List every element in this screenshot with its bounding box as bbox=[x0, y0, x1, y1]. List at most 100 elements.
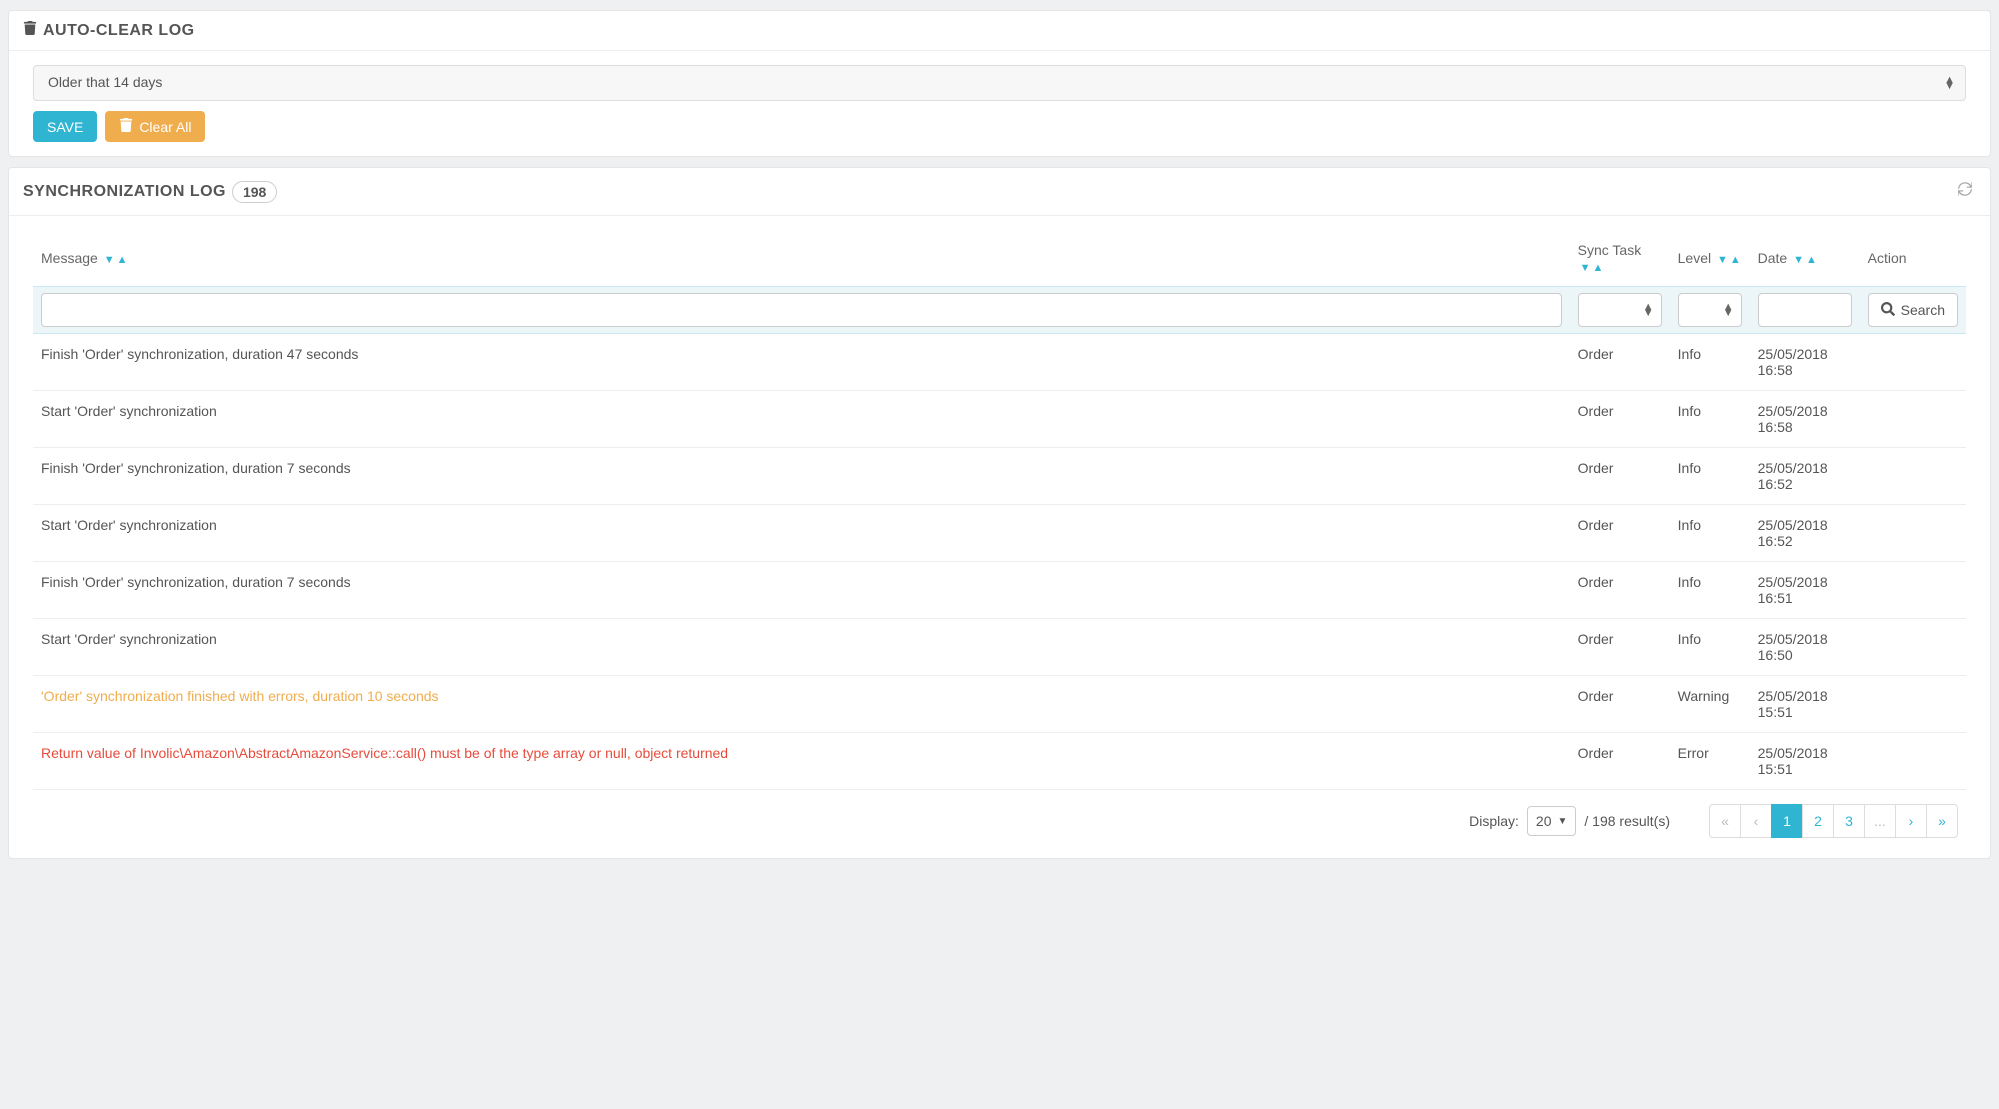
sort-icon[interactable]: ▼▲ bbox=[1793, 254, 1817, 266]
sync-log-title: SYNCHRONIZATION LOG bbox=[23, 183, 226, 201]
cell-date: 25/05/2018 15:51 bbox=[1750, 733, 1860, 790]
sync-log-body: Message ▼▲ Sync Task ▼▲ Level ▼▲ Date ▼▲ bbox=[9, 216, 1990, 858]
page-first-button[interactable]: « bbox=[1709, 804, 1741, 838]
table-row: Return value of Involic\Amazon\AbstractA… bbox=[33, 733, 1966, 790]
cell-message: Start 'Order' synchronization bbox=[33, 391, 1570, 448]
save-button[interactable]: SAVE bbox=[33, 111, 97, 142]
table-row: Start 'Order' synchronizationOrderInfo25… bbox=[33, 391, 1966, 448]
table-header-row: Message ▼▲ Sync Task ▼▲ Level ▼▲ Date ▼▲ bbox=[33, 230, 1966, 287]
auto-clear-select[interactable]: Older that 14 days ▲▼ bbox=[33, 65, 1966, 101]
sync-log-panel: SYNCHRONIZATION LOG 198 Message ▼▲ Sync … bbox=[8, 167, 1991, 859]
cell-date: 25/05/2018 16:50 bbox=[1750, 619, 1860, 676]
cell-message: Finish 'Order' synchronization, duration… bbox=[33, 448, 1570, 505]
cell-date: 25/05/2018 16:51 bbox=[1750, 562, 1860, 619]
caret-down-icon: ▼ bbox=[1558, 816, 1568, 827]
auto-clear-select-value: Older that 14 days bbox=[34, 66, 1965, 98]
filter-sync-task-select[interactable]: ▲▼ bbox=[1578, 293, 1662, 327]
cell-sync-task: Order bbox=[1570, 505, 1670, 562]
cell-sync-task: Order bbox=[1570, 562, 1670, 619]
page-prev-button[interactable]: ‹ bbox=[1740, 804, 1772, 838]
sort-icon[interactable]: ▼▲ bbox=[1717, 254, 1741, 266]
page-number-button[interactable]: 3 bbox=[1833, 804, 1865, 838]
select-caret-icon: ▲▼ bbox=[1944, 77, 1955, 89]
col-header-date[interactable]: Date ▼▲ bbox=[1750, 230, 1860, 287]
cell-action bbox=[1860, 448, 1966, 505]
page-number-button[interactable]: 1 bbox=[1771, 804, 1803, 838]
cell-action bbox=[1860, 676, 1966, 733]
cell-message: Return value of Involic\Amazon\AbstractA… bbox=[33, 733, 1570, 790]
select-caret-icon: ▲▼ bbox=[1643, 304, 1654, 316]
sort-icon[interactable]: ▼▲ bbox=[104, 254, 128, 266]
sync-log-header: SYNCHRONIZATION LOG 198 bbox=[9, 168, 1990, 216]
col-header-message[interactable]: Message ▼▲ bbox=[33, 230, 1570, 287]
cell-level: Info bbox=[1670, 448, 1750, 505]
sync-log-table: Message ▼▲ Sync Task ▼▲ Level ▼▲ Date ▼▲ bbox=[33, 230, 1966, 790]
cell-sync-task: Order bbox=[1570, 619, 1670, 676]
search-button[interactable]: Search bbox=[1868, 293, 1958, 327]
filter-row: ▲▼ ▲▼ bbox=[33, 287, 1966, 334]
per-page-value: 20 bbox=[1536, 813, 1552, 829]
page-last-button[interactable]: » bbox=[1926, 804, 1958, 838]
table-row: 'Order' synchronization finished with er… bbox=[33, 676, 1966, 733]
page-number-button[interactable]: 2 bbox=[1802, 804, 1834, 838]
cell-message: Finish 'Order' synchronization, duration… bbox=[33, 562, 1570, 619]
table-footer: Display: 20 ▼ / 198 result(s) «‹123...›» bbox=[33, 790, 1966, 844]
auto-clear-log-header: AUTO-CLEAR LOG bbox=[9, 11, 1990, 51]
table-row: Start 'Order' synchronizationOrderInfo25… bbox=[33, 619, 1966, 676]
display-label: Display: bbox=[1469, 813, 1519, 829]
cell-sync-task: Order bbox=[1570, 391, 1670, 448]
table-row: Finish 'Order' synchronization, duration… bbox=[33, 334, 1966, 391]
cell-sync-task: Order bbox=[1570, 448, 1670, 505]
select-caret-icon: ▲▼ bbox=[1723, 304, 1734, 316]
col-header-level[interactable]: Level ▼▲ bbox=[1670, 230, 1750, 287]
cell-level: Info bbox=[1670, 391, 1750, 448]
cell-message: Start 'Order' synchronization bbox=[33, 505, 1570, 562]
page-next-button[interactable]: › bbox=[1895, 804, 1927, 838]
table-row: Finish 'Order' synchronization, duration… bbox=[33, 448, 1966, 505]
cell-action bbox=[1860, 391, 1966, 448]
search-icon bbox=[1881, 302, 1895, 319]
filter-message-input[interactable] bbox=[41, 293, 1562, 327]
cell-level: Error bbox=[1670, 733, 1750, 790]
col-header-sync-task[interactable]: Sync Task ▼▲ bbox=[1570, 230, 1670, 287]
cell-action bbox=[1860, 562, 1966, 619]
cell-action bbox=[1860, 334, 1966, 391]
search-button-label: Search bbox=[1901, 302, 1945, 318]
save-button-label: SAVE bbox=[47, 119, 83, 135]
filter-level-select[interactable]: ▲▼ bbox=[1678, 293, 1742, 327]
cell-date: 25/05/2018 15:51 bbox=[1750, 676, 1860, 733]
refresh-button[interactable] bbox=[1954, 178, 1976, 205]
cell-action bbox=[1860, 733, 1966, 790]
results-text: / 198 result(s) bbox=[1584, 813, 1670, 829]
cell-message: 'Order' synchronization finished with er… bbox=[33, 676, 1570, 733]
cell-date: 25/05/2018 16:52 bbox=[1750, 448, 1860, 505]
auto-clear-log-body: Older that 14 days ▲▼ SAVE Clear All bbox=[9, 51, 1990, 156]
table-row: Start 'Order' synchronizationOrderInfo25… bbox=[33, 505, 1966, 562]
auto-clear-buttons: SAVE Clear All bbox=[33, 111, 1966, 142]
cell-message: Start 'Order' synchronization bbox=[33, 619, 1570, 676]
clear-all-button-label: Clear All bbox=[139, 119, 191, 135]
cell-action bbox=[1860, 505, 1966, 562]
cell-level: Warning bbox=[1670, 676, 1750, 733]
cell-message: Finish 'Order' synchronization, duration… bbox=[33, 334, 1570, 391]
sort-icon[interactable]: ▼▲ bbox=[1580, 262, 1604, 274]
cell-sync-task: Order bbox=[1570, 334, 1670, 391]
cell-sync-task: Order bbox=[1570, 733, 1670, 790]
col-header-action: Action bbox=[1860, 230, 1966, 287]
auto-clear-log-panel: AUTO-CLEAR LOG Older that 14 days ▲▼ SAV… bbox=[8, 10, 1991, 157]
pagination: «‹123...›» bbox=[1710, 804, 1958, 838]
page-ellipsis: ... bbox=[1864, 804, 1896, 838]
cell-action bbox=[1860, 619, 1966, 676]
clear-all-button[interactable]: Clear All bbox=[105, 111, 205, 142]
trash-icon bbox=[119, 118, 133, 135]
filter-date-input[interactable] bbox=[1758, 293, 1852, 327]
cell-date: 25/05/2018 16:58 bbox=[1750, 391, 1860, 448]
sync-log-count-badge: 198 bbox=[232, 181, 277, 203]
cell-level: Info bbox=[1670, 505, 1750, 562]
cell-level: Info bbox=[1670, 619, 1750, 676]
cell-date: 25/05/2018 16:58 bbox=[1750, 334, 1860, 391]
cell-date: 25/05/2018 16:52 bbox=[1750, 505, 1860, 562]
per-page-select[interactable]: 20 ▼ bbox=[1527, 806, 1576, 836]
trash-icon bbox=[23, 21, 37, 40]
cell-level: Info bbox=[1670, 562, 1750, 619]
